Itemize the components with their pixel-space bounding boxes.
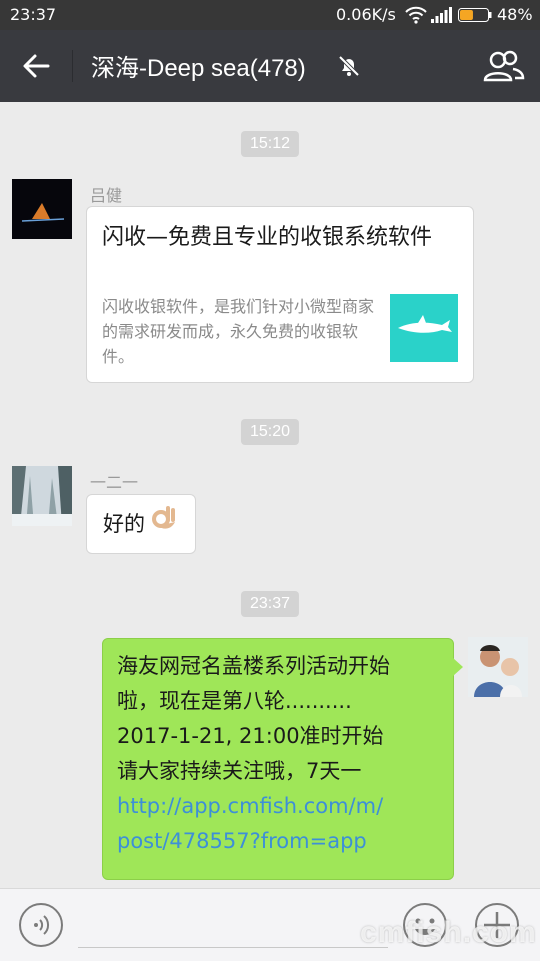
- shark-icon: [398, 315, 452, 333]
- outgoing-text-bubble[interactable]: 海友网冠名盖楼系列活动开始 啦，现在是第八轮.......... 2017-1-…: [102, 638, 454, 880]
- card-title: 闪收—免费且专业的收银系统软件: [102, 225, 433, 250]
- card-description: 闪收收银软件，是我们针对小微型商家的需求研发而成，永久免费的收银软件。: [102, 297, 375, 366]
- avatar-image: [468, 637, 528, 697]
- battery-icon: [458, 8, 492, 22]
- link-card-message[interactable]: 闪收—免费且专业的收银系统软件 闪收收银软件，是我们针对小微型商家的需求研发而成…: [86, 206, 474, 383]
- chat-header: 深海-Deep sea(478): [0, 30, 540, 102]
- message-text-input[interactable]: [78, 947, 388, 948]
- timestamp: 23:37: [240, 591, 300, 617]
- message-line: 2017-1-21, 21:00准时开始: [117, 724, 384, 748]
- header-divider: [72, 50, 73, 82]
- network-speed: 0.06K/s: [336, 5, 396, 24]
- timestamp: 15:20: [240, 419, 300, 445]
- battery-percent: 48%: [497, 5, 533, 24]
- avatar-image: [12, 179, 72, 239]
- timestamp: 15:12: [240, 131, 300, 157]
- my-avatar[interactable]: [468, 637, 528, 697]
- chat-title: 深海-Deep sea(478): [91, 55, 306, 82]
- wifi-icon: [405, 6, 427, 24]
- watermark: cmfish.com: [360, 916, 537, 949]
- avatar[interactable]: [12, 179, 72, 239]
- avatar[interactable]: [12, 466, 72, 526]
- group-members-button[interactable]: [482, 48, 526, 84]
- ok-hand-emoji-icon: [149, 496, 179, 554]
- voice-input-button[interactable]: [18, 902, 64, 948]
- bubble-tail: [453, 658, 463, 676]
- card-thumbnail: [390, 294, 458, 362]
- signal-icon: [431, 7, 452, 23]
- sender-name: 吕健: [90, 186, 123, 205]
- sender-name: 一二一: [90, 473, 139, 492]
- avatar-image: [12, 466, 72, 526]
- group-members-icon: [483, 50, 525, 82]
- incoming-text-bubble[interactable]: 好的: [86, 494, 196, 554]
- message-link[interactable]: post/478557?from=app: [117, 824, 437, 859]
- message-line: 海友网冠名盖楼系列活动开始: [117, 654, 390, 678]
- status-bar: 23:37 0.06K/s 48%: [0, 0, 540, 30]
- status-time: 23:37: [10, 5, 57, 24]
- message-line: 请大家持续关注哦，7天一: [117, 759, 362, 783]
- bell-muted-icon: [338, 55, 360, 77]
- message-line: 啦，现在是第八轮..........: [117, 689, 352, 713]
- message-text: 好的: [103, 512, 145, 536]
- back-arrow-icon: [23, 54, 50, 78]
- message-link[interactable]: http://app.cmfish.com/m/: [117, 789, 437, 824]
- back-button[interactable]: [18, 48, 54, 84]
- voice-icon: [19, 903, 63, 947]
